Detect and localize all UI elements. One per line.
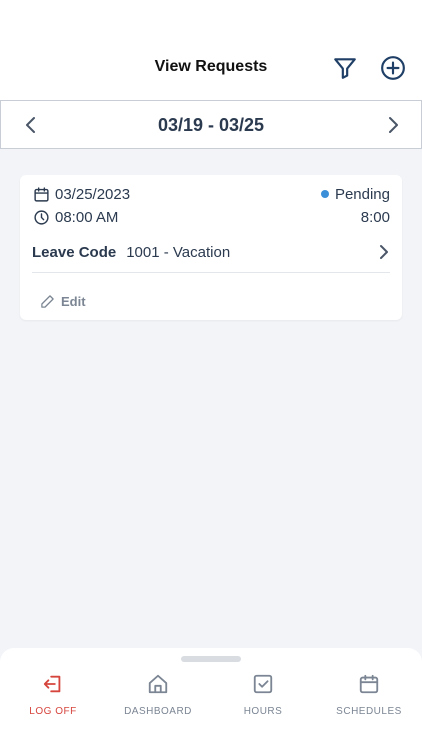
status-text: Pending (334, 185, 390, 203)
filter-button[interactable] (331, 54, 359, 82)
next-week-button[interactable] (381, 113, 405, 137)
logout-icon (41, 672, 65, 696)
nav-label: DASHBOARD (124, 706, 192, 717)
calendar-icon (32, 185, 50, 203)
request-date: 03/25/2023 (55, 185, 131, 203)
drag-handle[interactable] (181, 656, 241, 662)
request-time-row: 08:00 AM 8:00 (32, 206, 390, 228)
chevron-right-icon (378, 243, 390, 261)
calendar-icon (357, 672, 381, 696)
divider (32, 272, 390, 273)
nav-dashboard[interactable]: DASHBOARD (113, 672, 203, 720)
add-request-button[interactable] (379, 54, 407, 82)
request-hours: 8:00 (360, 208, 390, 226)
request-card: 03/25/2023 Pending 08:00 AM 8:00 Leave C… (20, 175, 402, 320)
checkbox-icon (251, 672, 275, 696)
nav-hours[interactable]: HOURS (218, 672, 308, 720)
add-circle-icon (381, 56, 405, 80)
status-badge: Pending (320, 185, 390, 203)
nav-label: HOURS (243, 706, 283, 717)
nav-label: SCHEDULES (336, 706, 402, 717)
status-dot (320, 190, 329, 198)
edit-button[interactable]: Edit (40, 291, 86, 311)
request-time: 08:00 AM (55, 208, 119, 226)
pencil-icon (41, 294, 54, 308)
leave-code-label: Leave Code (32, 243, 117, 261)
week-range: 03/19 - 03/25 (157, 115, 265, 135)
chevron-right-icon (389, 117, 398, 133)
nav-log-off[interactable]: LOG OFF (8, 672, 98, 720)
bottom-navigation: LOG OFF DASHBOARD HOURS SCHEDULES (0, 648, 422, 750)
week-selector: 03/19 - 03/25 (0, 100, 422, 149)
nav-label: LOG OFF (29, 706, 77, 717)
request-date-row: 03/25/2023 Pending (32, 183, 390, 205)
leave-code-value: 1001 - Vacation (126, 243, 231, 261)
edit-label: Edit (61, 293, 86, 309)
filter-icon (334, 58, 356, 79)
leave-code-row[interactable]: Leave Code 1001 - Vacation (32, 239, 390, 265)
clock-icon (32, 208, 50, 226)
home-icon (146, 672, 170, 696)
nav-schedules[interactable]: SCHEDULES (324, 672, 414, 720)
header: View Requests (0, 0, 422, 100)
